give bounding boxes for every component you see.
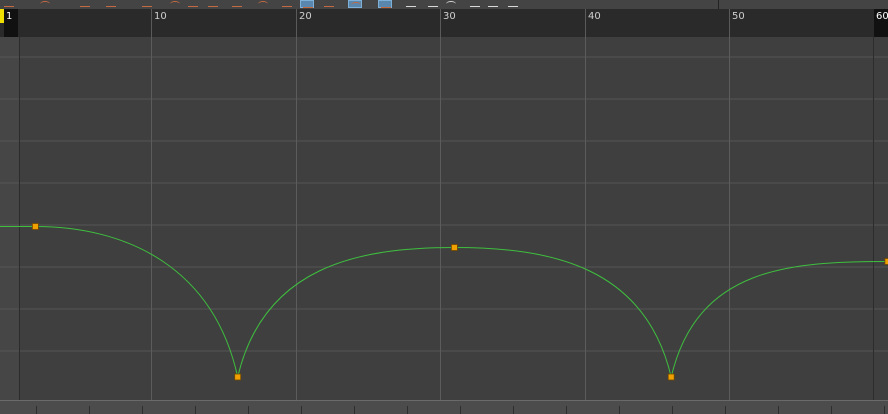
scale-keys-glyph [106,1,116,7]
ruler-tick [585,9,586,37]
ruler-tick-label: 30 [443,11,456,22]
region-tool-icon[interactable] [378,0,392,8]
tangent-auto-glyph [142,1,152,7]
frame-all-icon[interactable] [426,0,440,8]
curve-multiplier-glyph [488,1,498,7]
ruler-tick [440,9,441,37]
ruler-tick-label: 40 [588,11,601,22]
key-point[interactable] [234,373,242,381]
key-point[interactable] [32,223,39,230]
curve-graph[interactable] [0,37,888,400]
key-filter-glyph [4,1,14,7]
scale-keys-icon[interactable] [104,0,118,8]
ruler-tick-label: 20 [299,11,312,22]
tangent-step-icon[interactable] [230,0,244,8]
ruler-tick [151,9,152,37]
end-frame-label: 60 [876,11,888,22]
current-frame-flag[interactable] [0,9,4,23]
lock-selection-glyph [324,1,334,7]
frame-all-glyph [428,1,438,7]
key-filter-icon[interactable] [2,0,16,8]
end-frame-marker[interactable]: 60 [874,9,888,37]
left-gutter [0,37,19,400]
out-of-range-icon[interactable] [506,0,520,8]
curve-ease-glyph [470,1,480,7]
ruler-tick-label: 10 [154,11,167,22]
curve-multiplier-icon[interactable] [486,0,500,8]
key-point[interactable] [667,373,675,381]
tangent-spline-glyph [170,1,180,7]
tangent-slow-icon[interactable] [206,0,220,8]
parameter-curve-icon[interactable] [404,0,418,8]
toolbar-separator [718,0,719,9]
region-tool-glyph [381,2,391,8]
tangent-fast-glyph [188,1,198,7]
tangent-smooth-glyph [282,1,292,7]
ruler-tick [729,9,730,37]
start-frame-label: 1 [6,11,13,22]
lock-selection-icon[interactable] [322,0,336,8]
start-frame-marker[interactable]: 1 [0,9,18,37]
out-of-range-glyph [508,1,518,7]
tangent-step-glyph [232,1,242,7]
tangent-auto-icon[interactable] [140,0,154,8]
tangent-smooth-icon[interactable] [280,0,294,8]
animation-curve [35,226,888,378]
status-bar [0,400,888,414]
ruler-tick-label: 50 [732,11,745,22]
curve-editor-toolbar [0,0,888,9]
slide-keys-glyph [80,1,90,7]
move-keys-icon[interactable] [38,0,52,8]
tangent-fast-icon[interactable] [186,0,200,8]
frame-selection-icon[interactable] [444,0,458,8]
curve-ease-icon[interactable] [468,0,482,8]
tangent-linear-glyph [258,1,268,7]
parameter-curve-glyph [406,1,416,7]
key-point[interactable] [450,244,458,251]
snap-frames-glyph [351,2,361,8]
move-keys-glyph [40,1,50,7]
slide-keys-icon[interactable] [78,0,92,8]
show-keys-glyph [303,2,313,8]
tangent-spline-icon[interactable] [168,0,182,8]
ruler-tick [296,9,297,37]
snap-frames-icon[interactable] [348,0,362,8]
tangent-linear-icon[interactable] [256,0,270,8]
time-ruler[interactable]: 1 60 10 20 30 40 50 [0,9,888,37]
tangent-slow-glyph [208,1,218,7]
show-keys-icon[interactable] [300,0,314,8]
frame-selection-glyph [446,1,456,7]
